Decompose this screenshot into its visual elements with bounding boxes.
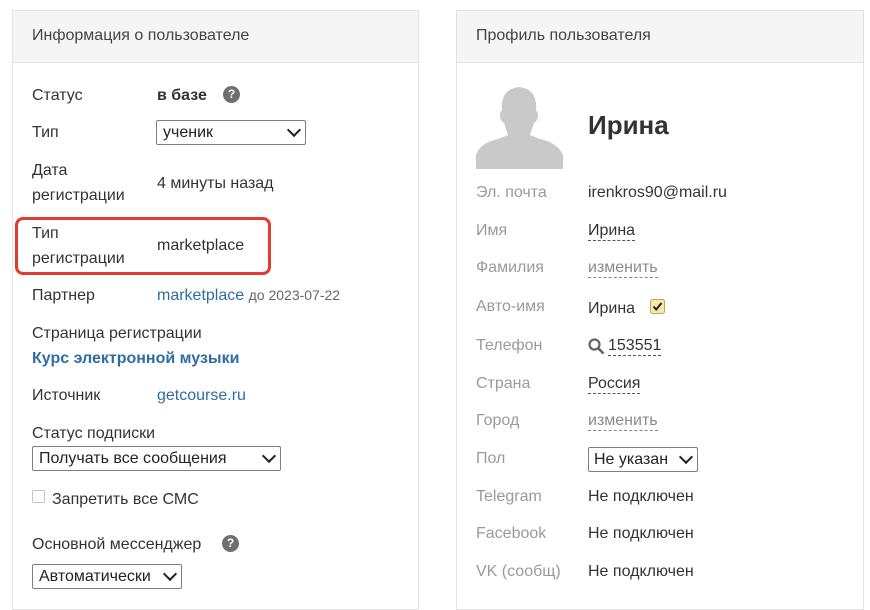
profile-name-heading: Ирина [588, 110, 669, 140]
facebook-value: Не подключен [588, 525, 694, 542]
avatar-placeholder [476, 83, 563, 169]
user-info-panel-title: Информация о пользователе [13, 11, 418, 63]
subscription-label: Статус подписки [32, 425, 156, 442]
user-profile-panel-title: Профиль пользователя [457, 11, 863, 63]
last-name-label: Фамилия [476, 259, 544, 276]
user-type-select[interactable]: ученик [156, 120, 306, 145]
vk-label: VK (сообщ) [476, 563, 561, 580]
chevron-down-icon [261, 448, 277, 464]
regtype-value: marketplace [157, 237, 245, 254]
source-link[interactable]: getcourse.ru [157, 387, 246, 405]
partner-label: Партнер [32, 287, 95, 304]
source-label: Источник [32, 387, 101, 404]
regdate-label-line1: Дата [32, 162, 68, 179]
country-label: Страна [476, 375, 531, 392]
last-name-edit-link[interactable]: изменить [588, 259, 658, 278]
subscription-select-value: Получать все сообщения [39, 450, 227, 467]
vk-value: Не подключен [588, 563, 694, 580]
telegram-label: Telegram [476, 488, 542, 505]
type-label: Тип [32, 124, 59, 141]
regtype-label-line1: Тип [32, 225, 59, 242]
facebook-label: Facebook [476, 525, 547, 542]
checkmark-icon[interactable] [650, 299, 665, 314]
help-icon[interactable]: ? [223, 86, 240, 103]
first-name-label: Имя [476, 222, 508, 239]
partner-info: marketplace до 2023-07-22 [157, 287, 340, 305]
no-sms-label[interactable]: Запретить все СМС [52, 487, 199, 512]
messenger-select-value: Автоматически [39, 568, 151, 585]
city-edit-link[interactable]: изменить [588, 412, 658, 431]
status-value: в базе [157, 87, 207, 104]
gender-select[interactable]: Не указан [588, 447, 698, 472]
phone-label: Телефон [476, 337, 543, 354]
partner-until: до 2023-07-22 [248, 287, 341, 303]
email-value: irenkros90@mail.ru [588, 184, 727, 201]
status-label: Статус [32, 87, 83, 104]
country-value[interactable]: Россия [588, 375, 641, 394]
autoname-label: Авто-имя [476, 298, 545, 315]
search-icon[interactable] [588, 338, 605, 355]
phone-value[interactable]: 153551 [608, 337, 662, 356]
messenger-label: Основной мессенджер [32, 536, 202, 553]
messenger-select[interactable]: Автоматически [32, 564, 182, 589]
telegram-value: Не подключен [588, 488, 694, 505]
email-label: Эл. почта [476, 184, 547, 201]
regdate-value: 4 минуты назад [157, 175, 274, 192]
first-name-value[interactable]: Ирина [588, 222, 636, 241]
subscription-select[interactable]: Получать все сообщения [32, 446, 281, 471]
partner-link[interactable]: marketplace [157, 287, 244, 304]
chevron-down-icon [162, 566, 178, 582]
regpage-label: Страница регистрации [32, 325, 202, 342]
no-sms-checkbox[interactable] [32, 490, 45, 503]
help-icon[interactable]: ? [222, 535, 239, 552]
autoname-value: Ирина [588, 300, 636, 317]
regdate-label-line2: регистрации [32, 187, 125, 204]
gender-select-value: Не указан [594, 451, 669, 468]
regpage-link[interactable]: Курс электронной музыки [32, 350, 239, 368]
regtype-label-line2: регистрации [32, 250, 125, 267]
city-label: Город [476, 412, 520, 429]
user-type-select-value: ученик [163, 124, 214, 141]
chevron-down-icon [286, 122, 302, 138]
chevron-down-icon [678, 449, 694, 465]
gender-label: Пол [476, 450, 506, 467]
